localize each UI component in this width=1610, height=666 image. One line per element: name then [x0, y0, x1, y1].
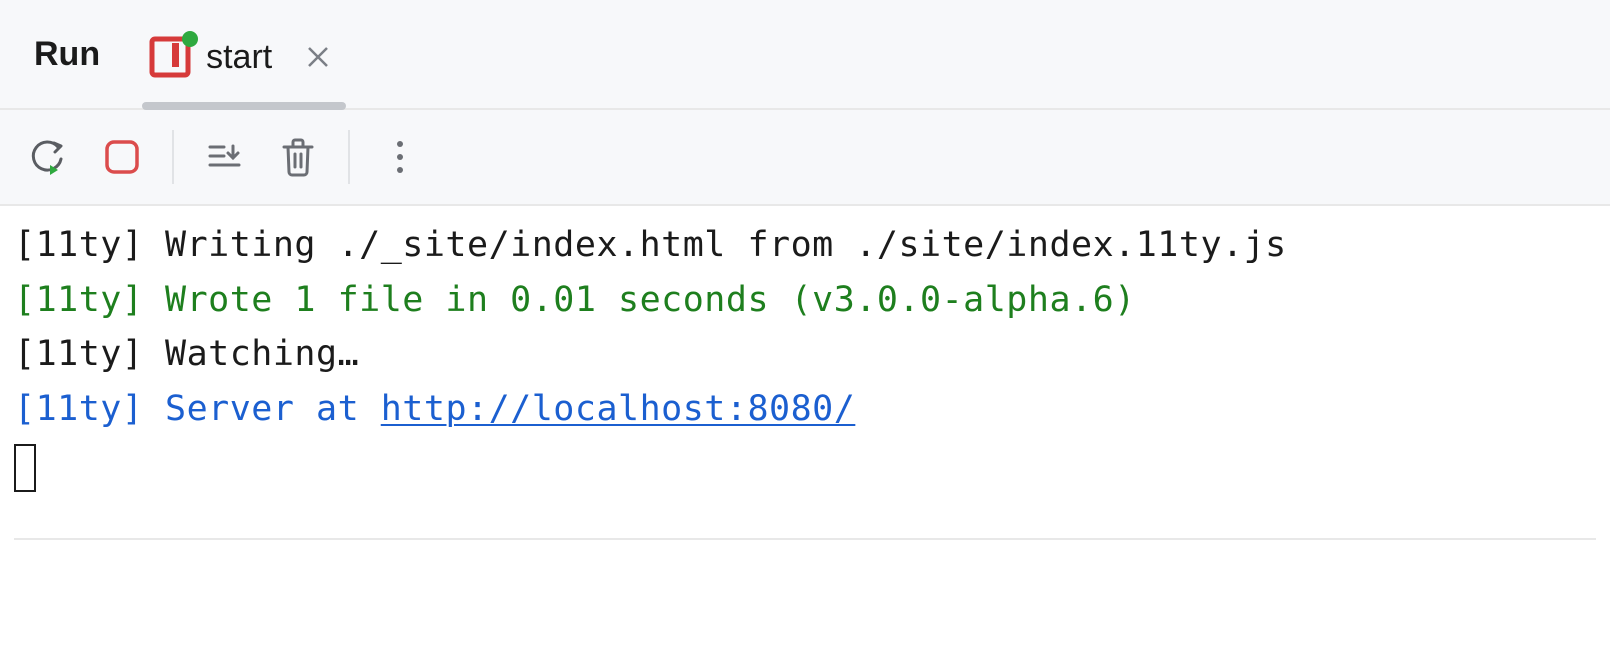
tab-label: start — [206, 38, 272, 77]
console-output[interactable]: [11ty] Writing ./_site/index.html from .… — [0, 206, 1610, 540]
run-toolbar — [0, 110, 1610, 206]
server-url-link[interactable]: http://localhost:8080/ — [381, 389, 856, 429]
run-panel-header: Run start — [0, 0, 1610, 110]
npm-icon — [148, 35, 192, 79]
running-indicator-dot — [182, 31, 198, 47]
tab-underline — [142, 102, 346, 110]
close-tab-button[interactable] — [296, 35, 340, 79]
more-options-button[interactable] — [372, 129, 428, 185]
panel-title: Run — [12, 35, 100, 74]
clear-all-button[interactable] — [270, 129, 326, 185]
console-line: [11ty] Wrote 1 file in 0.01 seconds (v3.… — [14, 273, 1596, 328]
rerun-button[interactable] — [20, 129, 76, 185]
toolbar-separator — [172, 130, 174, 184]
console-bottom-border — [14, 538, 1596, 540]
console-line: [11ty] Writing ./_site/index.html from .… — [14, 218, 1596, 273]
stop-button[interactable] — [94, 129, 150, 185]
console-cursor — [14, 444, 36, 492]
toolbar-separator — [348, 130, 350, 184]
tab-start[interactable]: start — [148, 0, 340, 108]
console-line-server: [11ty] Server at http://localhost:8080/ — [14, 382, 1596, 437]
scroll-to-end-button[interactable] — [196, 129, 252, 185]
console-line: [11ty] Watching… — [14, 327, 1596, 382]
